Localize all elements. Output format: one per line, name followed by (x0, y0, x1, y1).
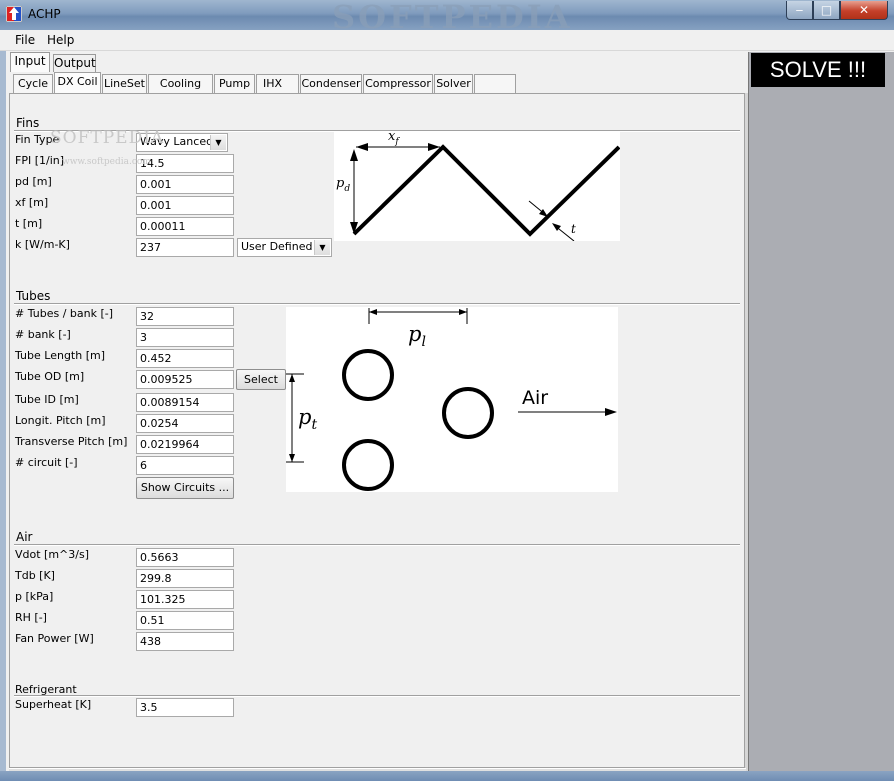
vdot-input[interactable] (136, 548, 234, 567)
rh-input[interactable] (136, 611, 234, 630)
tube-circle-3 (442, 387, 494, 439)
air-divider (14, 544, 740, 546)
air-label: Air (522, 387, 548, 409)
tube-id-input[interactable] (136, 393, 234, 412)
tab-output[interactable]: Output (53, 54, 96, 72)
pl-symbol: pl (408, 322, 426, 350)
t-label: t [m] (15, 217, 43, 230)
window-left-border (0, 50, 6, 771)
tube-od-label: Tube OD [m] (15, 370, 85, 383)
image-watermark: SOFTPEDIA (50, 128, 165, 148)
menu-file[interactable]: File (15, 33, 35, 47)
pl-arrow-right (459, 309, 467, 315)
tubes-per-bank-label: # Tubes / bank [-] (15, 307, 114, 320)
refrigerant-divider (14, 695, 740, 697)
rh-label: RH [-] (15, 611, 47, 624)
pt-arrow-up (289, 374, 295, 382)
tab-cycle[interactable]: Cycle (13, 74, 53, 93)
longit-pitch-label: Longit. Pitch [m] (15, 414, 106, 427)
banks-label: # bank [-] (15, 328, 71, 341)
tab-ihx[interactable]: IHX (256, 74, 299, 93)
panel-right-edge (745, 93, 748, 771)
tubes-per-bank-input[interactable] (136, 307, 234, 326)
menu-bar (0, 30, 894, 51)
tubes-heading: Tubes (16, 289, 51, 303)
fpi-label: FPI [1/in] (15, 154, 65, 167)
pt-arrow-down (289, 454, 295, 462)
app-icon (6, 6, 22, 22)
longit-pitch-input[interactable] (136, 414, 234, 433)
chevron-down-icon[interactable]: ▼ (210, 135, 226, 150)
t-input[interactable] (136, 217, 234, 236)
tab-input[interactable]: Input (10, 52, 50, 72)
arrow-right-icon (605, 408, 617, 416)
maximize-button[interactable]: □ (813, 1, 840, 20)
air-heading: Air (16, 530, 33, 544)
pd-input[interactable] (136, 175, 234, 194)
pl-arrow-left (369, 309, 377, 315)
pressure-label: p [kPa] (15, 590, 54, 603)
k-input[interactable] (136, 238, 234, 257)
select-tube-button[interactable]: Select (236, 369, 286, 390)
tab-pump[interactable]: Pump (214, 74, 255, 93)
tab-cooling-coil[interactable]: Cooling Coil (148, 74, 213, 108)
tubes-divider (14, 303, 740, 305)
tab-lineset[interactable]: LineSet (102, 74, 147, 93)
xf-symbol: xf (388, 131, 400, 147)
k-mode-select[interactable]: User Defined ▼ (237, 238, 332, 257)
chevron-down-icon[interactable]: ▼ (314, 240, 330, 255)
transverse-pitch-label: Transverse Pitch [m] (15, 435, 128, 448)
xf-label: xf [m] (15, 196, 49, 209)
pressure-input[interactable] (136, 590, 234, 609)
transverse-pitch-input[interactable] (136, 435, 234, 454)
pd-label: pd [m] (15, 175, 52, 188)
fan-power-input[interactable] (136, 632, 234, 651)
tab-condenser[interactable]: Condenser (300, 74, 362, 93)
tube-id-label: Tube ID [m] (15, 393, 79, 406)
right-pane (748, 52, 894, 771)
banks-input[interactable] (136, 328, 234, 347)
solve-button[interactable]: SOLVE !!! (751, 53, 885, 87)
tab-dx-coil[interactable]: DX Coil (54, 72, 101, 93)
tdb-input[interactable] (136, 569, 234, 588)
xf-input[interactable] (136, 196, 234, 215)
pt-symbol: pt (298, 405, 317, 433)
tdb-label: Tdb [K] (15, 569, 55, 582)
image-watermark-url: www.softpedia.com (62, 157, 151, 167)
pd-arrow-up (350, 149, 358, 161)
k-label: k [W/m-K] (15, 238, 70, 251)
circuits-label: # circuit [-] (15, 456, 78, 469)
minimize-button[interactable]: ‒ (786, 1, 813, 20)
window-title: ACHP (28, 7, 61, 21)
tube-layout-diagram: pl pt Air (286, 307, 618, 492)
tube-length-input[interactable] (136, 349, 234, 368)
superheat-input[interactable] (136, 698, 234, 717)
fins-heading: Fins (16, 116, 40, 130)
tube-od-input[interactable] (136, 370, 234, 389)
fan-power-label: Fan Power [W] (15, 632, 94, 645)
menu-help[interactable]: Help (47, 33, 74, 47)
pd-symbol: pd (336, 176, 350, 194)
tab-blank[interactable] (474, 74, 516, 93)
tube-circle-2 (342, 439, 394, 491)
t-symbol: t (571, 222, 576, 236)
superheat-label: Superheat [K] (15, 698, 92, 711)
window-bottom-border (0, 771, 894, 781)
xf-arrow-left (356, 143, 368, 151)
circuits-input[interactable] (136, 456, 234, 475)
tab-solver[interactable]: Solver (434, 74, 473, 93)
tube-circle-1 (342, 349, 394, 401)
wavy-fin-profile (352, 144, 620, 237)
k-mode-value: User Defined (241, 240, 313, 253)
show-circuits-button[interactable]: Show Circuits ... (136, 477, 234, 499)
tab-compressor[interactable]: Compressor (363, 74, 433, 93)
vdot-label: Vdot [m^3/s] (15, 548, 89, 561)
close-button[interactable]: ✕ (840, 1, 888, 20)
tube-length-label: Tube Length [m] (15, 349, 106, 362)
fin-geometry-diagram: xf pd t (334, 131, 620, 241)
